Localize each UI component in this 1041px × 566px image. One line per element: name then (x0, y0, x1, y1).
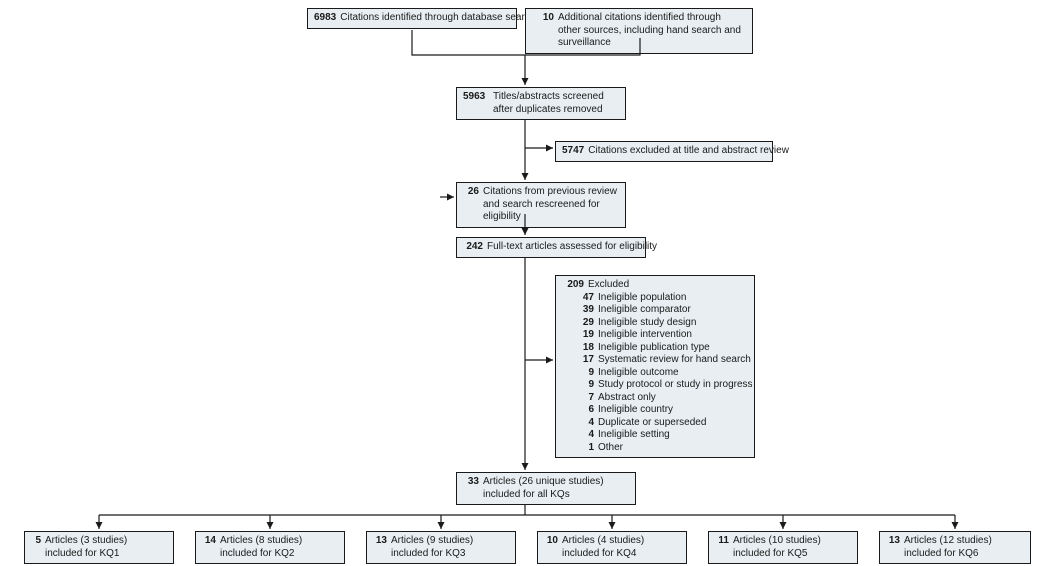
count: 11 (715, 535, 729, 548)
count: 9 (576, 367, 594, 380)
label: Additional citations identified through … (558, 12, 746, 50)
count: 19 (576, 329, 594, 342)
exclusion-reason: 4 Duplicate or superseded (576, 417, 748, 430)
label: Ineligible outcome (598, 367, 679, 378)
exclusion-reason: 4 Ineligible setting (576, 429, 748, 442)
node-included: 33 Articles (26 unique studies) included… (456, 472, 636, 505)
exclusion-reason: 6 Ineligible country (576, 404, 748, 417)
label: Articles (26 unique studies) included fo… (483, 476, 629, 501)
count: 14 (202, 535, 216, 548)
exclusion-reason: 47 Ineligible population (576, 292, 748, 305)
count: 6 (576, 404, 594, 417)
count: 17 (576, 354, 594, 367)
node-kq3: 13 Articles (9 studies) included for KQ3 (366, 531, 516, 564)
label: Articles (10 studies) included for KQ5 (733, 535, 851, 560)
node-screened: 5963 Titles/abstracts screened after dup… (456, 87, 626, 120)
exclusion-reason: 17 Systematic review for hand search (576, 354, 748, 367)
count: 26 (463, 186, 479, 199)
count: 1 (576, 442, 594, 455)
label: Ineligible population (598, 292, 686, 303)
label: Ineligible study design (598, 317, 696, 328)
exclusion-reason: 9 Ineligible outcome (576, 367, 748, 380)
exclusion-reason: 39 Ineligible comparator (576, 304, 748, 317)
count: 4 (576, 429, 594, 442)
label: Articles (12 studies) included for KQ6 (904, 535, 1024, 560)
label: Ineligible comparator (598, 304, 691, 315)
label: Excluded (588, 279, 629, 290)
count: 33 (463, 476, 479, 489)
node-fulltext: 242Full-text articles assessed for eligi… (456, 237, 646, 258)
count: 13 (886, 535, 900, 548)
label: Articles (9 studies) included for KQ3 (391, 535, 509, 560)
count: 18 (576, 342, 594, 355)
count: 5747 (562, 145, 584, 158)
label: Articles (4 studies) included for KQ4 (562, 535, 680, 560)
count: 7 (576, 392, 594, 405)
label: Ineligible publication type (598, 342, 710, 353)
label: Ineligible setting (598, 429, 670, 440)
count: 29 (576, 317, 594, 330)
node-prev-review: 26 Citations from previous review and se… (456, 182, 626, 228)
node-kq6: 13 Articles (12 studies) included for KQ6 (879, 531, 1031, 564)
count: 5 (31, 535, 41, 548)
label: Ineligible country (598, 404, 673, 415)
label: Full-text articles assessed for eligibil… (487, 241, 657, 252)
node-db-search: 6983Citations identified through databas… (307, 8, 517, 29)
count: 47 (576, 292, 594, 305)
node-excluded-fulltext: 209Excluded 47Ineligible population39Ine… (555, 275, 755, 458)
label: Abstract only (598, 392, 656, 403)
exclusion-reason: 9Study protocol or study in progress (576, 379, 748, 392)
node-excluded-title-abstract: 5747Citations excluded at title and abst… (555, 141, 773, 162)
count: 209 (562, 279, 584, 292)
label: Other (598, 442, 623, 453)
label: Citations identified through database se… (340, 12, 535, 23)
label: Systematic review for hand search (598, 354, 751, 365)
count: 5963 (463, 91, 485, 104)
label: Articles (3 studies) included for KQ1 (45, 535, 167, 560)
label: Duplicate or superseded (598, 417, 706, 428)
node-kq5: 11 Articles (10 studies) included for KQ5 (708, 531, 858, 564)
node-kq2: 14 Articles (8 studies) included for KQ2 (195, 531, 345, 564)
node-kq1: 5 Articles (3 studies) included for KQ1 (24, 531, 174, 564)
count: 13 (373, 535, 387, 548)
exclusion-reason: 19 Ineligible intervention (576, 329, 748, 342)
exclusion-reason: 18 Ineligible publication type (576, 342, 748, 355)
label: Citations excluded at title and abstract… (588, 145, 789, 156)
count: 9 (576, 379, 594, 392)
exclusion-reason: 29 Ineligible study design (576, 317, 748, 330)
count: 6983 (314, 12, 336, 25)
count: 39 (576, 304, 594, 317)
node-kq4: 10 Articles (4 studies) included for KQ4 (537, 531, 687, 564)
label: Citations from previous review and searc… (483, 186, 619, 224)
label: Study protocol or study in progress (598, 379, 753, 390)
node-other-sources: 10 Additional citations identified throu… (525, 8, 753, 54)
count: 242 (463, 241, 483, 254)
count: 4 (576, 417, 594, 430)
count: 10 (544, 535, 558, 548)
label: Titles/abstracts screened after duplicat… (493, 91, 619, 116)
exclusion-reason: 7 Abstract only (576, 392, 748, 405)
label: Articles (8 studies) included for KQ2 (220, 535, 338, 560)
exclusion-reason: 1 Other (576, 442, 748, 455)
label: Ineligible intervention (598, 329, 692, 340)
count: 10 (532, 12, 554, 25)
